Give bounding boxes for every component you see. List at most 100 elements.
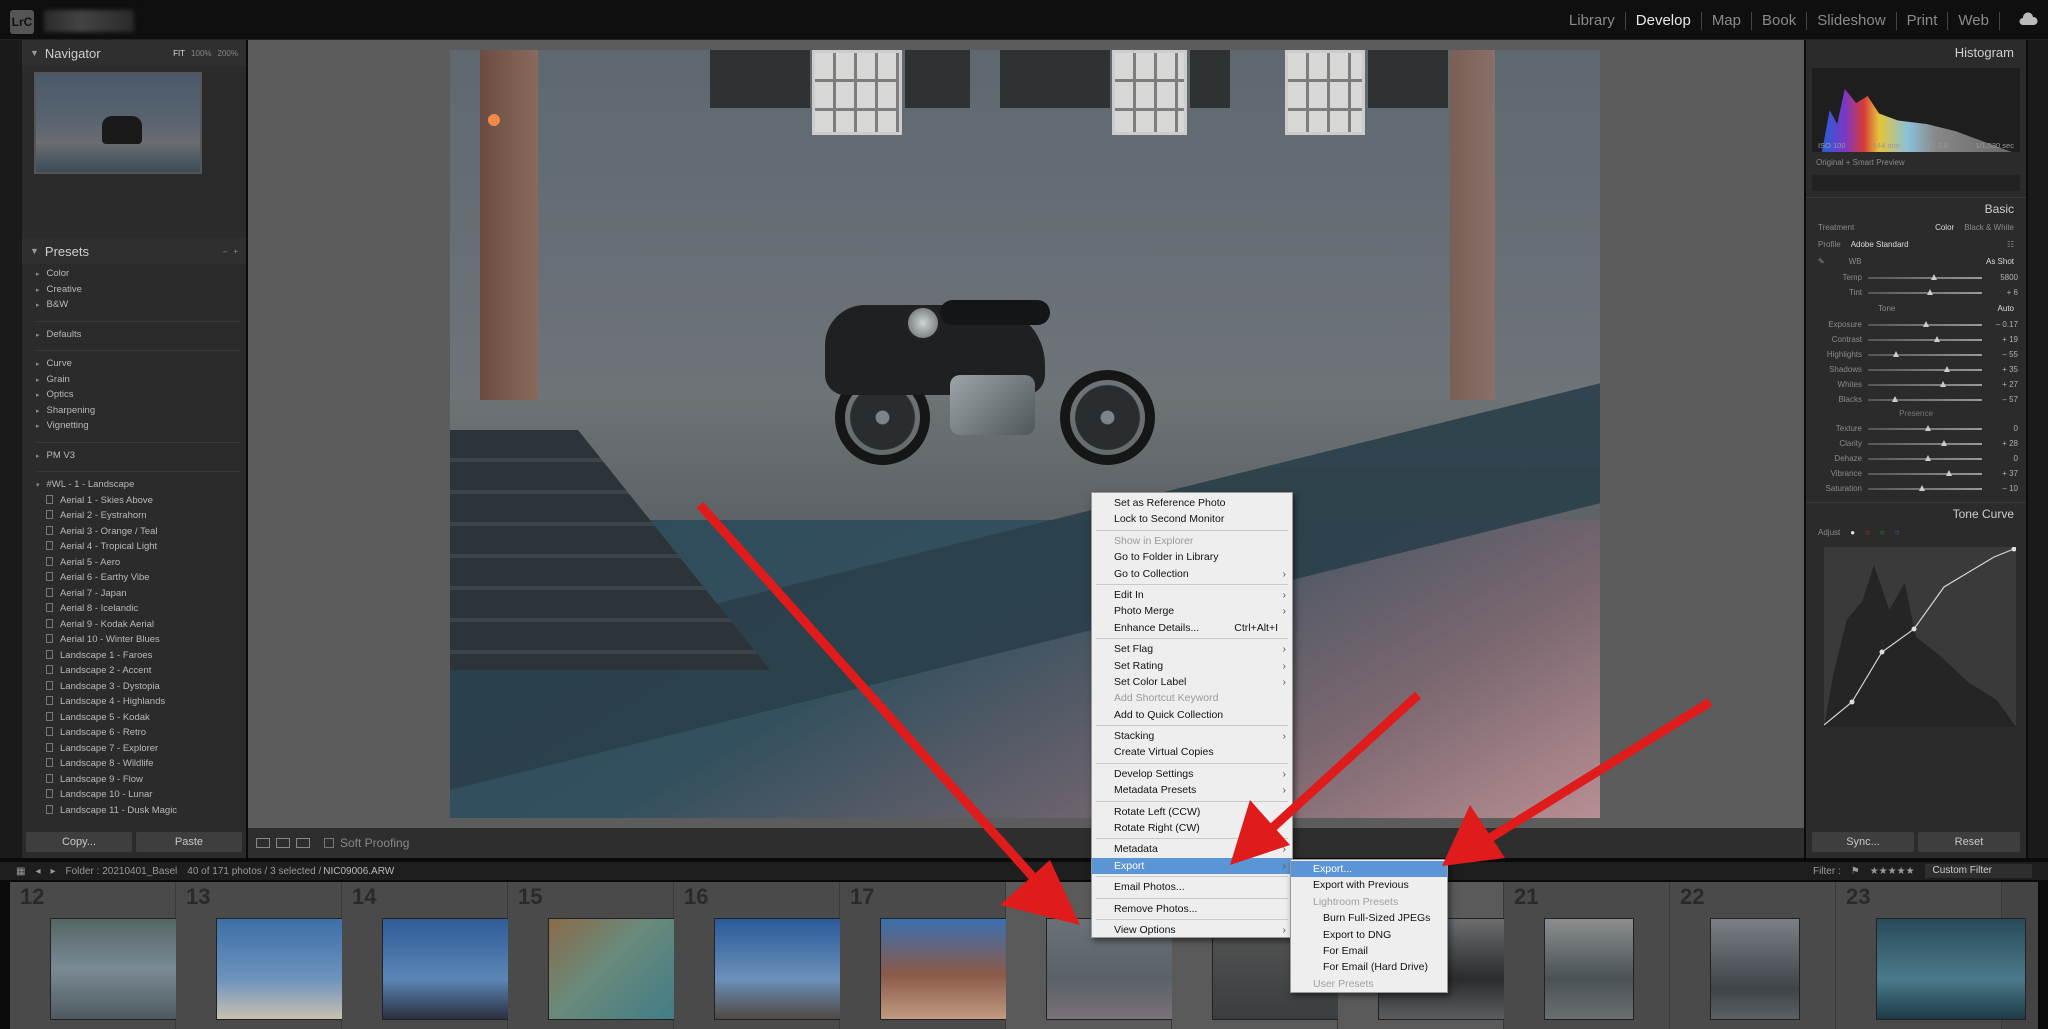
- treatment-color[interactable]: Color: [1935, 223, 1954, 232]
- menu-item-set-flag[interactable]: Set Flag: [1092, 641, 1292, 658]
- cloud-icon[interactable]: [2018, 12, 2038, 26]
- slider-value[interactable]: – 57: [1990, 395, 2018, 404]
- tone-curve-title[interactable]: Tone Curve: [1806, 502, 2026, 524]
- eyedropper-icon[interactable]: ✎: [1818, 257, 1825, 266]
- preset-item[interactable]: Landscape 6 - Retro: [36, 725, 246, 741]
- grid-view-icon[interactable]: ▦: [16, 866, 25, 877]
- menu-item-metadata-presets[interactable]: Metadata Presets: [1092, 782, 1292, 799]
- filmstrip-cell[interactable]: 16: [674, 882, 864, 1029]
- preset-item[interactable]: Aerial 9 - Kodak Aerial: [36, 617, 246, 633]
- filmstrip-cell[interactable]: 17: [840, 882, 1030, 1029]
- slider-knob[interactable]: [1939, 380, 1946, 387]
- preset-group[interactable]: Creative: [36, 282, 246, 298]
- menu-item-go-to-folder-in-library[interactable]: Go to Folder in Library: [1092, 549, 1292, 565]
- menu-item-stacking[interactable]: Stacking: [1092, 728, 1292, 745]
- nav-forward-icon[interactable]: ▸: [50, 866, 55, 877]
- treatment-bw[interactable]: Black & White: [1964, 223, 2014, 232]
- slider-value[interactable]: + 19: [1990, 335, 2018, 344]
- preset-item[interactable]: Aerial 5 - Aero: [36, 555, 246, 571]
- menu-item-edit-in[interactable]: Edit In: [1092, 587, 1292, 604]
- slider-track[interactable]: [1868, 365, 1982, 372]
- right-panel-edge[interactable]: [2028, 40, 2048, 858]
- before-after-icon[interactable]: [276, 838, 290, 848]
- source-folder[interactable]: Folder : 20210401_Basel: [66, 866, 178, 877]
- preset-group-open[interactable]: #WL - 1 - Landscape: [36, 477, 246, 493]
- sync-button[interactable]: Sync...: [1812, 832, 1914, 852]
- preset-group[interactable]: Sharpening: [36, 403, 246, 419]
- tool-strip[interactable]: [1812, 175, 2020, 191]
- filmstrip-cell[interactable]: 13: [176, 882, 366, 1029]
- menu-item-add-to-quick-collection[interactable]: Add to Quick Collection: [1092, 707, 1292, 723]
- slider-value[interactable]: 0: [1990, 454, 2018, 463]
- basic-title[interactable]: Basic: [1806, 197, 2026, 219]
- menu-item-rotate-right-cw[interactable]: Rotate Right (CW): [1092, 820, 1292, 836]
- preset-group[interactable]: Optics: [36, 387, 246, 403]
- slider-knob[interactable]: [1927, 288, 1934, 295]
- preset-group[interactable]: Vignetting: [36, 418, 246, 434]
- preset-item[interactable]: Aerial 10 - Winter Blues: [36, 632, 246, 648]
- preset-item[interactable]: Aerial 4 - Tropical Light: [36, 539, 246, 555]
- preset-item[interactable]: Aerial 1 - Skies Above: [36, 493, 246, 509]
- blue-channel-icon[interactable]: ○: [1895, 528, 1900, 537]
- slider-value[interactable]: 5800: [1990, 273, 2018, 282]
- filmstrip-cell[interactable]: 15: [508, 882, 698, 1029]
- preset-item[interactable]: Aerial 7 - Japan: [36, 586, 246, 602]
- slider-track[interactable]: [1868, 335, 1982, 342]
- preset-item[interactable]: Landscape 5 - Kodak: [36, 710, 246, 726]
- slider-value[interactable]: – 10: [1990, 484, 2018, 493]
- loupe-view-icon[interactable]: [256, 838, 270, 848]
- menu-item-set-as-reference-photo[interactable]: Set as Reference Photo: [1092, 495, 1292, 511]
- slider-value[interactable]: + 37: [1990, 469, 2018, 478]
- main-photo[interactable]: [450, 50, 1600, 818]
- preset-item[interactable]: Landscape 1 - Faroes: [36, 648, 246, 664]
- preset-item[interactable]: Aerial 2 - Eystrahorn: [36, 508, 246, 524]
- menu-item-create-virtual-copies[interactable]: Create Virtual Copies: [1092, 744, 1292, 760]
- preset-group[interactable]: B&W: [36, 297, 246, 313]
- menu-item-export[interactable]: Export: [1092, 857, 1292, 875]
- menu-item-photo-merge[interactable]: Photo Merge: [1092, 603, 1292, 620]
- preset-item[interactable]: Landscape 4 - Highlands: [36, 694, 246, 710]
- thumbnail[interactable]: [1710, 918, 1800, 1020]
- export-with-previous-item[interactable]: Export with Previous: [1291, 877, 1447, 893]
- slider-track[interactable]: [1868, 350, 1982, 357]
- preset-item[interactable]: Aerial 8 - Icelandic: [36, 601, 246, 617]
- slider-value[interactable]: + 6: [1990, 288, 2018, 297]
- preset-group[interactable]: Curve: [36, 356, 246, 372]
- slider-value[interactable]: – 0.17: [1990, 320, 2018, 329]
- preset-group[interactable]: Color: [36, 266, 246, 282]
- preset-group[interactable]: Defaults: [36, 327, 246, 343]
- preset-item[interactable]: Landscape 11 - Dusk Magic: [36, 803, 246, 819]
- export-dialog-item[interactable]: Export...: [1291, 861, 1447, 878]
- collapse-triangle-icon[interactable]: ▼: [30, 246, 39, 256]
- reset-button[interactable]: Reset: [1918, 832, 2020, 852]
- zoom-200[interactable]: 200%: [218, 49, 238, 58]
- green-channel-icon[interactable]: ○: [1880, 528, 1885, 537]
- thumbnail[interactable]: [1876, 918, 2026, 1020]
- thumbnail[interactable]: [1544, 918, 1634, 1020]
- slider-knob[interactable]: [1934, 335, 1941, 342]
- slider-knob[interactable]: [1925, 454, 1931, 461]
- menu-item-enhance-details[interactable]: Enhance Details... Ctrl+Alt+I: [1092, 620, 1292, 636]
- module-map[interactable]: Map: [1702, 12, 1752, 30]
- nav-back-icon[interactable]: ◂: [35, 866, 40, 877]
- slider-value[interactable]: + 27: [1990, 380, 2018, 389]
- profile-browser-icon[interactable]: ☷: [2007, 240, 2014, 249]
- export-preset-item[interactable]: Export to DNG: [1291, 927, 1447, 943]
- preset-item[interactable]: Landscape 9 - Flow: [36, 772, 246, 788]
- preset-item[interactable]: Aerial 3 - Orange / Teal: [36, 524, 246, 540]
- histogram[interactable]: ISO 100 144 mm ƒ / 2.8 1/1,530 sec: [1812, 68, 2020, 152]
- slider-track[interactable]: [1868, 484, 1982, 491]
- preset-item[interactable]: Landscape 10 - Lunar: [36, 787, 246, 803]
- slider-knob[interactable]: [1919, 484, 1926, 491]
- wb-select[interactable]: As Shot: [1986, 257, 2014, 266]
- zoom-100[interactable]: 100%: [191, 49, 211, 58]
- slider-track[interactable]: [1868, 288, 1982, 295]
- preset-group[interactable]: Grain: [36, 372, 246, 388]
- module-develop[interactable]: Develop: [1626, 12, 1702, 30]
- slider-knob[interactable]: [1940, 439, 1947, 446]
- module-web[interactable]: Web: [1948, 12, 2000, 30]
- slider-track[interactable]: [1868, 439, 1982, 446]
- slider-track[interactable]: [1868, 454, 1982, 461]
- filmstrip-cell[interactable]: 12: [10, 882, 200, 1029]
- filmstrip-cell[interactable]: 23: [1836, 882, 2026, 1029]
